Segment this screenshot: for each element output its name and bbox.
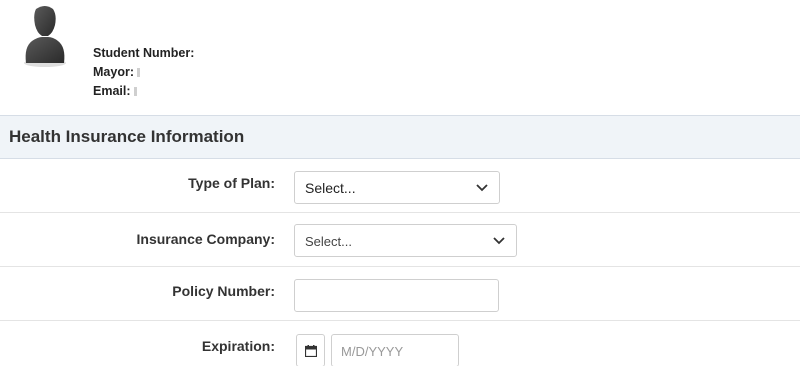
expiration-row: Expiration: M/D/YYYY bbox=[0, 321, 800, 366]
type-of-plan-row: Type of Plan: Select... bbox=[0, 159, 800, 213]
email-value-redacted bbox=[133, 87, 137, 97]
type-of-plan-select[interactable]: Select... bbox=[294, 171, 500, 204]
chevron-down-icon bbox=[476, 184, 488, 192]
insurance-company-row: Insurance Company: Select... bbox=[0, 213, 800, 267]
student-profile: Student Number: Mayor: Email: bbox=[0, 0, 800, 115]
insurance-company-select[interactable]: Select... bbox=[294, 224, 517, 257]
calendar-button[interactable] bbox=[296, 334, 325, 366]
email-label: Email: bbox=[93, 84, 131, 98]
mayor-row: Mayor: bbox=[93, 63, 194, 82]
insurance-company-label: Insurance Company: bbox=[136, 231, 275, 247]
calendar-icon bbox=[305, 345, 317, 357]
type-of-plan-value: Select... bbox=[305, 180, 356, 196]
student-number-label: Student Number: bbox=[93, 46, 195, 60]
expiration-placeholder: M/D/YYYY bbox=[341, 344, 404, 359]
student-number-row: Student Number: bbox=[93, 44, 194, 63]
expiration-date-input[interactable]: M/D/YYYY bbox=[331, 334, 459, 366]
email-row: Email: bbox=[93, 82, 194, 101]
type-of-plan-label: Type of Plan: bbox=[188, 175, 275, 191]
policy-number-row: Policy Number: bbox=[0, 267, 800, 321]
insurance-company-value: Select... bbox=[305, 234, 352, 249]
expiration-label: Expiration: bbox=[201, 338, 275, 354]
profile-info: Student Number: Mayor: Email: bbox=[93, 44, 194, 101]
section-title: Health Insurance Information bbox=[9, 127, 245, 146]
mayor-value-redacted bbox=[136, 68, 140, 78]
mayor-label: Mayor: bbox=[93, 65, 134, 79]
policy-number-input[interactable] bbox=[294, 279, 499, 312]
chevron-down-icon bbox=[493, 237, 505, 245]
section-header: Health Insurance Information bbox=[0, 115, 800, 159]
policy-number-label: Policy Number: bbox=[172, 283, 275, 299]
user-silhouette-icon bbox=[24, 6, 66, 67]
